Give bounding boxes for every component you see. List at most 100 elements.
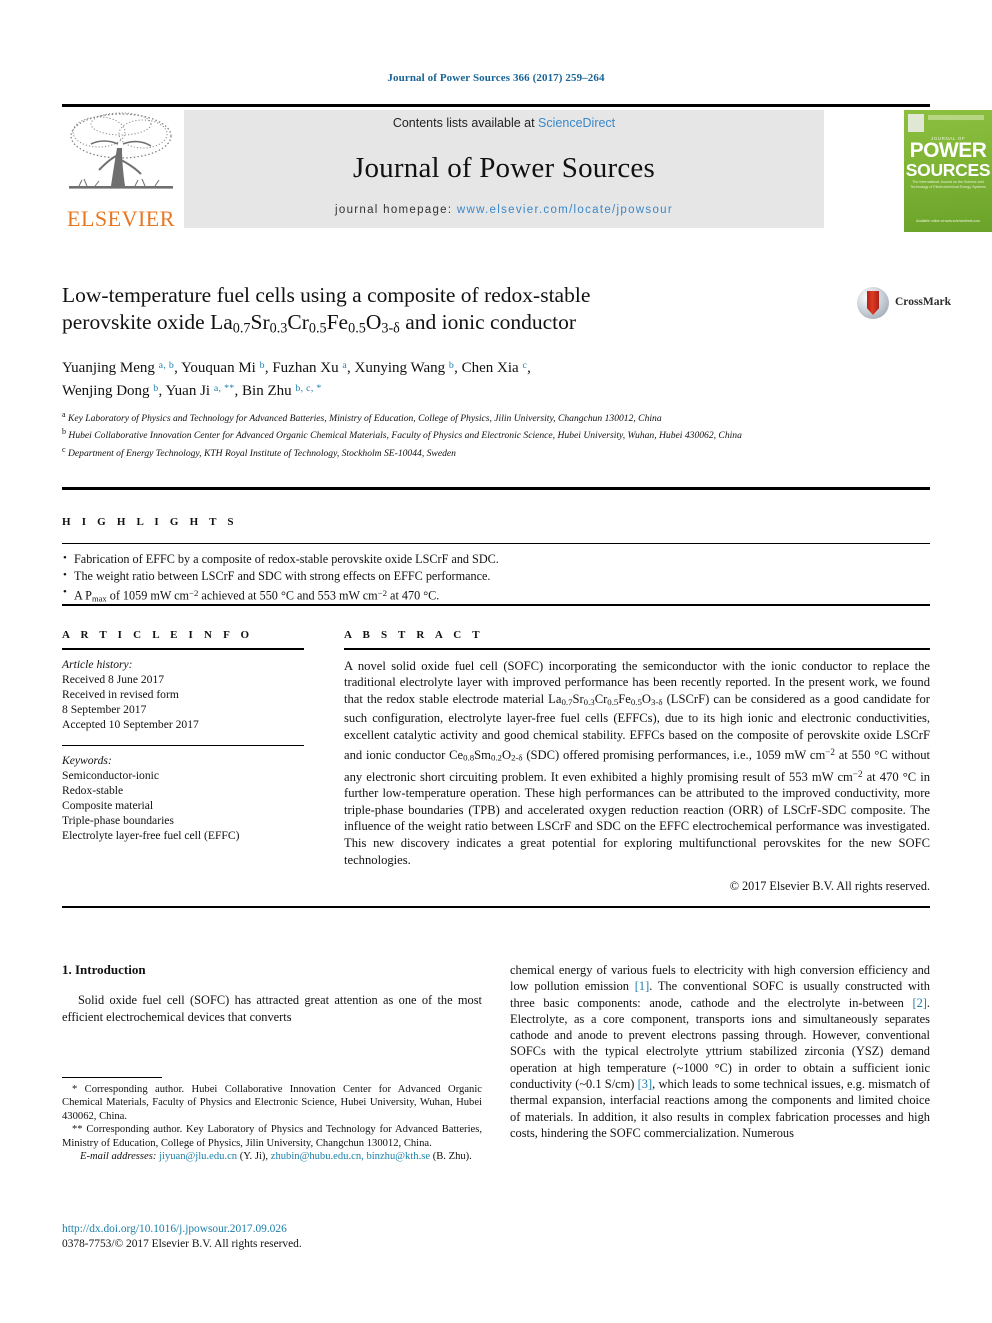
- author-affiliation-mark: a, **: [213, 383, 235, 395]
- body-column-right: chemical energy of various fuels to elec…: [510, 962, 930, 1141]
- doi-link[interactable]: http://dx.doi.org/10.1016/j.jpowsour.201…: [62, 1222, 482, 1237]
- email-addresses-label: E-mail addresses:: [80, 1151, 157, 1163]
- author-name: Yuanjing Meng: [62, 360, 159, 377]
- title-cr: Cr: [287, 310, 309, 334]
- issn-copyright-line: 0378-7753/© 2017 Elsevier B.V. All right…: [62, 1238, 302, 1250]
- elsevier-wordmark: ELSEVIER: [67, 206, 175, 231]
- journal-homepage-line: journal homepage: www.elsevier.com/locat…: [184, 204, 824, 216]
- body-top-rule: [62, 906, 930, 909]
- author-affiliation-mark: b, c, *: [295, 383, 322, 395]
- intro-paragraph-right: chemical energy of various fuels to elec…: [510, 963, 931, 1140]
- paper-page: Journal of Power Sources 366 (2017) 259–…: [0, 0, 992, 1323]
- abstract-rule: [344, 648, 930, 650]
- article-history-line: Received 8 June 2017: [62, 672, 165, 686]
- article-history-label: Article history:: [62, 657, 133, 671]
- author-name: Chen Xia: [461, 360, 523, 377]
- cover-elsevier-mark: [908, 114, 924, 132]
- author-affiliation-mark: a: [342, 360, 348, 372]
- footnote-emails: E-mail addresses: jiyuan@jlu.edu.cn (Y. …: [62, 1150, 482, 1163]
- elsevier-tree-icon: [69, 112, 173, 189]
- author-affiliation-mark: a, b: [158, 360, 175, 372]
- author-affiliation-mark: b: [448, 360, 455, 372]
- homepage-url-link[interactable]: www.elsevier.com/locate/jpowsour: [457, 204, 673, 216]
- article-history-line: Accepted 10 September 2017: [62, 717, 199, 731]
- keywords-block: Keywords: Semiconductor-ionic Redox-stabl…: [62, 753, 304, 843]
- page-title: Low-temperature fuel cells using a compo…: [62, 282, 762, 342]
- elsevier-logo: ELSEVIER: [62, 110, 180, 232]
- title-line-1: Low-temperature fuel cells using a compo…: [62, 283, 591, 307]
- title-sub-o: 3-δ: [381, 320, 400, 337]
- abstract-heading: A B S T R A C T: [344, 629, 484, 641]
- abstract-copyright: © 2017 Elsevier B.V. All rights reserved…: [729, 879, 930, 894]
- title-formula-prefix: perovskite oxide La: [62, 310, 233, 334]
- keyword-item: Triple-phase boundaries: [62, 813, 174, 827]
- footnote-block: * Corresponding author. Hubei Collaborat…: [62, 1083, 482, 1163]
- article-history-line: Received in revised form: [62, 687, 179, 701]
- highlights-bottom-rule: [62, 604, 930, 606]
- footnote-rule: [62, 1077, 162, 1078]
- section-heading-introduction: 1. Introduction: [62, 962, 146, 977]
- email-link-2[interactable]: zhubin@hubu.edu.cn,: [271, 1151, 364, 1162]
- contents-line: Contents lists available at ScienceDirec…: [184, 116, 824, 130]
- running-head: Journal of Power Sources 366 (2017) 259–…: [387, 72, 605, 84]
- keywords-rule: [62, 744, 304, 746]
- cover-top-bar: [928, 115, 984, 120]
- crossmark-icon: [857, 287, 889, 319]
- article-info-heading: A R T I C L E I N F O: [62, 629, 254, 641]
- cover-footline: Available online at www.sciencedirect.co…: [916, 219, 980, 224]
- title-sub-fe: 0.5: [348, 320, 366, 337]
- title-block: Low-temperature fuel cells using a compo…: [62, 282, 951, 402]
- title-sub-sr: 0.3: [269, 320, 288, 337]
- crossmark-label: CrossMark: [895, 296, 952, 308]
- author-name: Youquan Mi: [181, 360, 260, 377]
- title-o: O: [365, 310, 382, 334]
- title-tail: and ionic conductor: [399, 310, 577, 334]
- crossmark-book-shape: [867, 291, 879, 315]
- author-affiliation-mark: c: [522, 360, 528, 372]
- highlights-list: Fabrication of EFFC by a composite of re…: [62, 550, 930, 608]
- author-name: Xunying Wang: [354, 360, 449, 377]
- highlights-top-rule: [62, 487, 930, 490]
- highlights-under-rule: [62, 543, 930, 544]
- keywords-label: Keywords:: [62, 753, 112, 767]
- journal-cover-thumbnail: JOURNAL OF POWER SOURCES The Internation…: [842, 110, 992, 232]
- footnote-corresponding-2: ** Corresponding author. Key Laboratory …: [62, 1124, 482, 1149]
- sciencedirect-link[interactable]: ScienceDirect: [538, 116, 615, 130]
- cover-title-power: POWER: [909, 139, 987, 162]
- article-history-line: 8 September 2017: [62, 702, 147, 716]
- author-name: Bin Zhu: [242, 383, 296, 400]
- intro-paragraph-left: Solid oxide fuel cell (SOFC) has attract…: [62, 993, 482, 1024]
- abstract-text: A novel solid oxide fuel cell (SOFC) inc…: [344, 658, 931, 867]
- highlight-item: The weight ratio between LSCrF and SDC w…: [62, 567, 930, 585]
- email-link-3[interactable]: binzhu@kth.se: [366, 1151, 430, 1162]
- affiliation-entry: b Hubei Collaborative Innovation Center …: [62, 427, 742, 442]
- keyword-item: Composite material: [62, 798, 154, 812]
- homepage-label: journal homepage:: [335, 204, 457, 216]
- abstract-column: A B S T R A C T A novel solid oxide fuel…: [344, 629, 930, 894]
- email-owner-3: (B. Zhu).: [432, 1151, 472, 1163]
- keyword-item: Redox-stable: [62, 783, 124, 797]
- cover-artwork: JOURNAL OF POWER SOURCES The Internation…: [904, 110, 992, 232]
- keyword-item: Semiconductor-ionic: [62, 768, 160, 782]
- footnote-corresponding-1: * Corresponding author. Hubei Collaborat…: [62, 1084, 482, 1122]
- title-sub-la: 0.7: [232, 320, 251, 337]
- affiliation-entry: a Key Laboratory of Physics and Technolo…: [62, 410, 662, 425]
- crossmark-badge[interactable]: CrossMark: [857, 287, 977, 321]
- email-link-1[interactable]: jiyuan@jlu.edu.cn: [159, 1151, 237, 1162]
- author-name: Wenjing Dong: [62, 383, 154, 400]
- title-sub-cr: 0.5: [308, 320, 327, 337]
- article-history: Article history: Received 8 June 2017 Rec…: [62, 657, 304, 732]
- journal-title: Journal of Power Sources: [353, 152, 655, 184]
- article-info-column: A R T I C L E I N F O Article history: R…: [62, 629, 304, 843]
- affiliation-list: a Key Laboratory of Physics and Technolo…: [62, 408, 930, 460]
- cover-subtitle: The International Journal on the Science…: [910, 180, 986, 189]
- author-name: Fuzhan Xu: [272, 360, 343, 377]
- email-owner-1: (Y. Ji),: [239, 1151, 269, 1163]
- title-sr: Sr: [250, 310, 270, 334]
- highlight-item: Fabrication of EFFC by a composite of re…: [62, 550, 930, 568]
- author-affiliation-mark: b: [259, 360, 265, 372]
- highlights-heading: H I G H L I G H T S: [62, 516, 238, 528]
- author-name: Yuan Ji: [165, 383, 214, 400]
- keyword-item: Electrolyte layer-free fuel cell (EFFC): [62, 828, 240, 842]
- author-affiliation-mark: b: [153, 383, 159, 395]
